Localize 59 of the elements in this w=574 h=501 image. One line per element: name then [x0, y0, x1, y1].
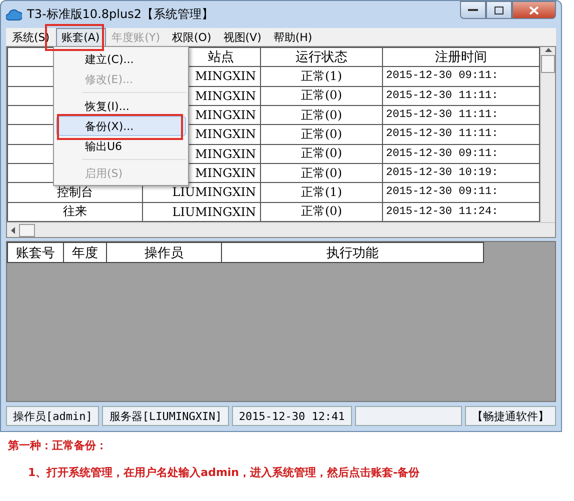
table-cell: 往来 [63, 204, 87, 218]
column-header: 执行功能 [222, 242, 484, 262]
table-cell: 2015-12-30 11:11: [386, 128, 498, 140]
table-cell: LIUMINGXIN [172, 185, 256, 200]
column-header: 操作员 [106, 242, 222, 262]
scroll-thumb[interactable] [541, 55, 555, 73]
table-cell: 正常(1) [301, 68, 342, 83]
table-cell: MINGXIN [195, 108, 256, 122]
close-icon [529, 6, 539, 14]
table-cell: 2015-12-30 11:11: [386, 109, 498, 122]
column-header: 注册时间 [382, 48, 540, 67]
scroll-thumb[interactable] [19, 224, 35, 236]
table-cell: 正常(0) [301, 166, 342, 180]
menu-item[interactable]: 恢复(I)... [56, 96, 186, 116]
status-field: 服务器[LIUMINGXIN] [102, 406, 229, 426]
status-field: 2015-12-30 12:41 [232, 406, 352, 426]
menu-item[interactable]: 输出U6 [56, 136, 186, 156]
table-cell: 正常(0) [301, 126, 342, 141]
table-cell: 正常(0) [301, 108, 342, 122]
vertical-scrollbar[interactable] [540, 47, 555, 222]
table-cell: MINGXIN [195, 69, 256, 84]
table-cell: 2015-12-30 11:24: [386, 206, 498, 218]
left-arrow-icon[interactable] [10, 226, 15, 234]
menu-item[interactable]: 账套(A) [56, 28, 106, 46]
minimize-icon [468, 8, 478, 12]
table-cell: 2015-12-30 11:11: [386, 90, 498, 102]
table-cell: 2015-12-30 10:19: [386, 167, 498, 180]
table-cell: 正常(0) [301, 88, 342, 102]
horizontal-scrollbar[interactable] [7, 222, 555, 237]
menu-item[interactable]: 权限(O) [166, 28, 218, 46]
column-header: 账套号 [8, 242, 64, 262]
menu-item[interactable]: 备份(X)... [56, 116, 186, 136]
up-arrow-icon[interactable] [544, 47, 552, 53]
close-button[interactable] [512, 1, 556, 19]
minimize-button[interactable] [460, 1, 486, 19]
table-cell: 2015-12-30 09:11: [386, 70, 498, 82]
table-cell: 2015-12-30 09:11: [386, 148, 498, 160]
status-field: 操作员[admin] [6, 406, 100, 426]
table-cell: 正常(0) [301, 146, 342, 160]
table-cell: LIUMINGXIN [172, 204, 256, 219]
table-cell: MINGXIN [195, 88, 256, 103]
caption-heading: 第一种：正常备份： [8, 438, 108, 453]
table-cell: MINGXIN [195, 127, 256, 142]
menu-item[interactable]: 帮助(H) [267, 28, 318, 46]
menu-item[interactable]: 视图(V) [217, 28, 268, 46]
table-cell: 控制台 [57, 184, 93, 199]
maximize-icon [494, 6, 504, 14]
app-icon [6, 8, 22, 22]
table-cell: 2015-12-30 09:11: [386, 186, 498, 198]
maximize-button[interactable] [486, 1, 512, 19]
column-header: 运行状态 [260, 48, 382, 67]
column-header: 年度 [64, 242, 106, 262]
window-title: T3-标准版10.8plus2【系统管理】 [27, 6, 214, 23]
caption-text: 1、打开系统管理，在用户名处输入admin，进入系统管理，然后点击账套-备份 [28, 465, 421, 480]
status-field: 【畅捷通软件】 [465, 406, 556, 426]
table-cell: MINGXIN [195, 146, 256, 161]
table-cell: 正常(1) [301, 184, 342, 199]
table-cell: 正常(0) [301, 204, 342, 218]
table-cell: MINGXIN [195, 166, 256, 180]
